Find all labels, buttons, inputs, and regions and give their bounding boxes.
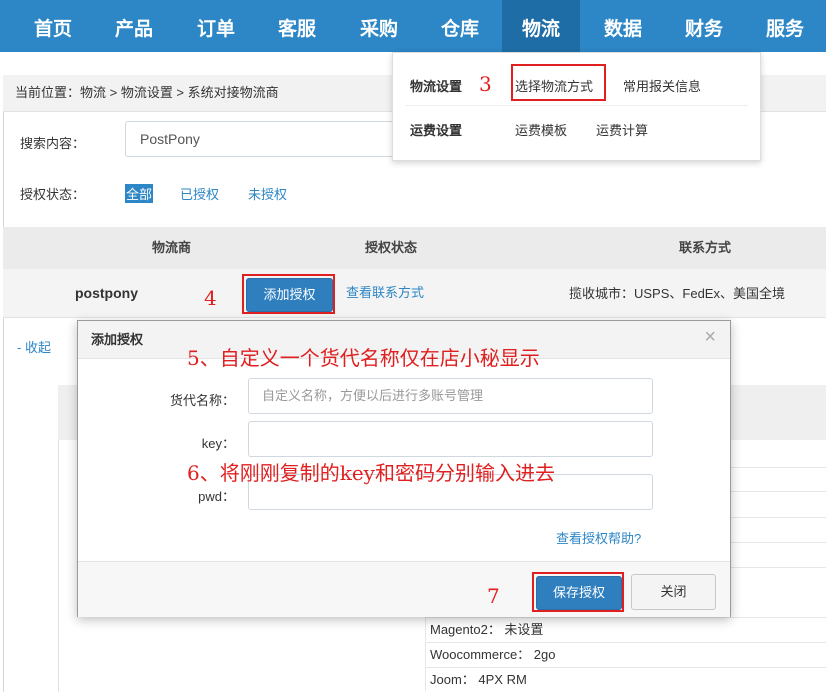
nav-item-finance[interactable]: 财务 [663,0,745,52]
nav-item-orders[interactable]: 订单 [175,0,257,52]
highlight-add-authorization [242,274,335,314]
column-header-contact: 联系方式 [679,240,732,255]
dropdown-divider [405,105,748,106]
nav-item-home[interactable]: 首页 [12,0,94,52]
annotation-step-7: 7 [487,584,500,608]
key-input[interactable] [248,421,653,457]
table-header: 物流商 授权状态 联系方式 [3,227,826,269]
annotation-step-3: 3 [479,72,492,96]
view-contact-link[interactable]: 查看联系方式 [346,269,424,317]
modal-title: 添加授权 [91,332,144,347]
nav-item-services[interactable]: 服务 [744,0,826,52]
close-button[interactable]: 关闭 [631,574,716,610]
forwarder-name-input[interactable]: 自定义名称，方便以后进行多账号管理 [248,378,653,414]
carrier-name: postpony [75,285,138,301]
search-label: 搜索内容： [20,136,86,151]
highlight-select-logistics-method [511,64,606,101]
dropdown-group-shipping-settings: 运费设置 [410,123,463,138]
annotation-step-5: 5、自定义一个货代名称仅在店小秘显示 [187,346,540,370]
filter-authorized[interactable]: 已授权 [180,184,219,203]
nav-item-logistics[interactable]: 物流 [502,0,580,52]
collapse-link[interactable]: - 收起 [17,337,51,356]
filter-unauthorized[interactable]: 未授权 [248,184,287,203]
menu-item-shipping-template[interactable]: 运费模板 [515,120,567,139]
nav-item-data[interactable]: 数据 [582,0,664,52]
nav-item-products[interactable]: 产品 [93,0,175,52]
close-icon[interactable]: × [704,321,716,354]
annotation-step-4: 4 [204,286,217,310]
logistics-dropdown-menu: 物流设置 选择物流方式 常用报关信息 运费设置 运费模板 运费计算 3 [392,52,761,161]
top-nav: 首页 产品 订单 客服 采购 仓库 物流 数据 财务 服务 [0,0,826,52]
table-row: postpony 查看联系方式 揽收城市：USPS、FedEx、美国全境 [3,269,826,318]
detail-cell-woocommerce: Woocommerce： 2go [425,642,826,666]
auth-status-label: 授权状态： [20,187,86,202]
nav-item-warehouse[interactable]: 仓库 [419,0,501,52]
menu-item-shipping-calculator[interactable]: 运费计算 [596,120,648,139]
search-input[interactable]: PostPony [125,121,425,157]
filter-all[interactable]: 全部 [125,184,154,203]
nav-item-purchase[interactable]: 采购 [338,0,420,52]
dropdown-group-logistics-settings: 物流设置 [410,79,463,94]
column-header-carrier: 物流商 [152,240,192,255]
forwarder-name-label: 货代名称： [169,393,235,408]
pwd-label: pwd： [198,489,235,504]
highlight-save-authorization [532,572,624,612]
breadcrumb-text: 当前位置：物流 > 物流设置 > 系统对接物流商 [15,85,279,100]
key-label: key： [201,436,235,451]
add-authorization-modal: 添加授权 × 货代名称： 自定义名称，方便以后进行多账号管理 key： pwd：… [77,320,731,617]
modal-footer: 保存授权 关闭 7 [78,561,730,617]
nav-item-service[interactable]: 客服 [256,0,338,52]
annotation-step-6: 6、将刚刚复制的key和密码分别输入进去 [187,461,555,485]
detail-cell-joom: Joom： 4PX RM [425,667,826,691]
auth-help-link[interactable]: 查看授权帮助? [556,528,641,547]
menu-item-customs-info[interactable]: 常用报关信息 [623,76,701,95]
contact-info: 揽收城市：USPS、FedEx、美国全境 [569,286,785,301]
column-header-status: 授权状态 [365,240,418,255]
detail-cell-magento2: Magento2： 未设置 [425,617,826,641]
